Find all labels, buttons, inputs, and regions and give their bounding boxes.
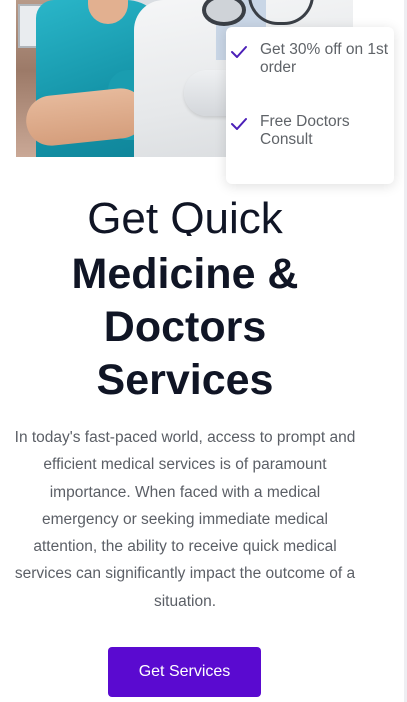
headline-line: Doctors — [103, 303, 267, 351]
headline-bold: Medicine & Doctors Services — [0, 248, 370, 407]
description-text: In today's fast-paced world, access to p… — [14, 429, 356, 610]
headline-line-light: Get Quick — [87, 194, 283, 236]
offer-label: Get 30% off on 1st order — [260, 41, 389, 76]
page: Get 30% off on 1st order Free Doctors Co… — [0, 0, 407, 702]
checkmark-icon — [231, 46, 247, 58]
offer-label: Free Doctors Consult — [260, 113, 350, 148]
get-services-button[interactable]: Get Services — [108, 647, 261, 697]
headline-line: Medicine & — [71, 250, 299, 298]
offers-card: Get 30% off on 1st order Free Doctors Co… — [226, 27, 394, 184]
offer-item: Free Doctors Consult — [231, 113, 390, 149]
headline-line: Services — [96, 356, 274, 404]
offer-item: Get 30% off on 1st order — [231, 41, 390, 77]
checkmark-icon — [231, 118, 247, 130]
